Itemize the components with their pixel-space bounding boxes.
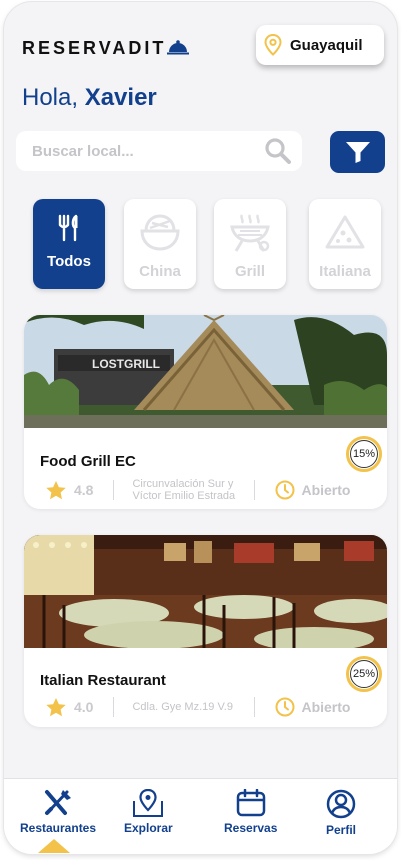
location-selector[interactable]: Guayaquil — [256, 25, 384, 65]
grill-icon — [230, 214, 270, 252]
restaurant-rating: 4.0 — [74, 699, 94, 715]
restaurant-card[interactable]: Italian Restaurant 25% 4.0 Cdla. Gye Mz.… — [24, 535, 387, 727]
category-grill[interactable]: Grill — [214, 199, 286, 289]
logo-text: RESERVADIT — [22, 38, 167, 58]
pizza-icon — [325, 215, 365, 249]
nav-label: Reservas — [224, 821, 278, 835]
divider — [113, 697, 115, 717]
cloche-icon — [167, 39, 190, 54]
calendar-icon — [236, 789, 265, 817]
nav-label: Perfil — [326, 823, 357, 837]
restaurant-address: Cdla. Gye Mz.19 V.9 — [132, 701, 254, 713]
nav-label: Explorar — [124, 821, 173, 835]
category-todos[interactable]: Todos — [33, 199, 105, 289]
star-icon — [46, 480, 66, 499]
restaurant-name: Italian Restaurant — [40, 672, 166, 689]
utensils-icon — [58, 214, 78, 242]
map-pin-icon — [133, 789, 164, 817]
user-icon — [326, 789, 356, 819]
category-label: China — [139, 263, 181, 280]
clock-icon — [275, 697, 295, 717]
filter-button[interactable] — [330, 131, 385, 173]
greeting: Hola, Xavier — [22, 84, 157, 112]
nav-explorar[interactable]: Explorar — [124, 789, 173, 835]
address-line-2: Víctor Emilio Estrada — [132, 490, 236, 502]
search-icon[interactable] — [264, 137, 292, 165]
nav-reservas[interactable]: Reservas — [224, 789, 277, 835]
discount-badge: 25% — [346, 656, 382, 692]
category-label: Todos — [47, 253, 91, 270]
greeting-prefix: Hola, — [22, 84, 79, 111]
search-input[interactable] — [32, 142, 264, 160]
sign-text: LOSTGRILL — [92, 357, 160, 371]
divider — [254, 480, 256, 500]
divider — [113, 480, 115, 500]
clock-icon — [275, 480, 295, 500]
nav-restaurantes[interactable]: Restaurantes — [20, 789, 96, 835]
restaurant-status: Abierto — [301, 482, 351, 498]
restaurant-photo: LOSTGRILL — [24, 315, 387, 428]
app-screen: RESERVADIT Guayaquil Hola, Xavier Buscar… — [4, 2, 397, 854]
divider — [254, 697, 256, 717]
category-list: Todos China Grill Italiana — [32, 199, 382, 291]
discount-value: 25% — [352, 668, 376, 680]
fork-knife-icon — [45, 790, 72, 815]
app-logo: RESERVADIT — [22, 38, 190, 59]
bowl-icon — [140, 214, 180, 251]
address-line-1: Cdla. Gye Mz.19 V.9 — [132, 701, 233, 713]
nav-perfil[interactable]: Perfil — [326, 789, 356, 837]
italian-restaurant-image — [24, 535, 387, 648]
star-icon — [46, 697, 66, 716]
restaurant-rating: 4.8 — [74, 482, 94, 498]
filter-icon — [345, 142, 370, 163]
category-label: Italiana — [319, 263, 371, 280]
restaurant-photo — [24, 535, 387, 648]
restaurant-address: Circunvalación Sur y Víctor Emilio Estra… — [132, 478, 254, 502]
search-bar — [16, 131, 302, 171]
category-china[interactable]: China — [124, 199, 196, 289]
discount-badge: 15% — [346, 436, 382, 472]
restaurant-meta: 4.8 Circunvalación Sur y Víctor Emilio E… — [46, 478, 350, 502]
user-name: Xavier — [84, 84, 157, 111]
map-pin-icon — [264, 34, 282, 56]
bottom-nav: Restaurantes Explorar Reservas Perfil — [4, 778, 397, 854]
restaurant-status: Abierto — [301, 699, 351, 715]
address-line-1: Circunvalación Sur y — [132, 478, 234, 490]
grill-restaurant-image: LOSTGRILL — [24, 315, 387, 428]
location-label: Guayaquil — [290, 36, 363, 54]
active-tab-indicator — [38, 839, 70, 853]
restaurant-meta: 4.0 Cdla. Gye Mz.19 V.9 Abierto — [46, 697, 350, 717]
category-label: Grill — [234, 263, 265, 280]
restaurant-card[interactable]: LOSTGRILL Food Grill EC 15% 4.8 Circunva — [24, 315, 387, 509]
discount-value: 15% — [352, 448, 376, 460]
nav-label: Restaurantes — [20, 821, 97, 835]
category-italiana[interactable]: Italiana — [309, 199, 381, 289]
restaurant-name: Food Grill EC — [40, 453, 136, 470]
